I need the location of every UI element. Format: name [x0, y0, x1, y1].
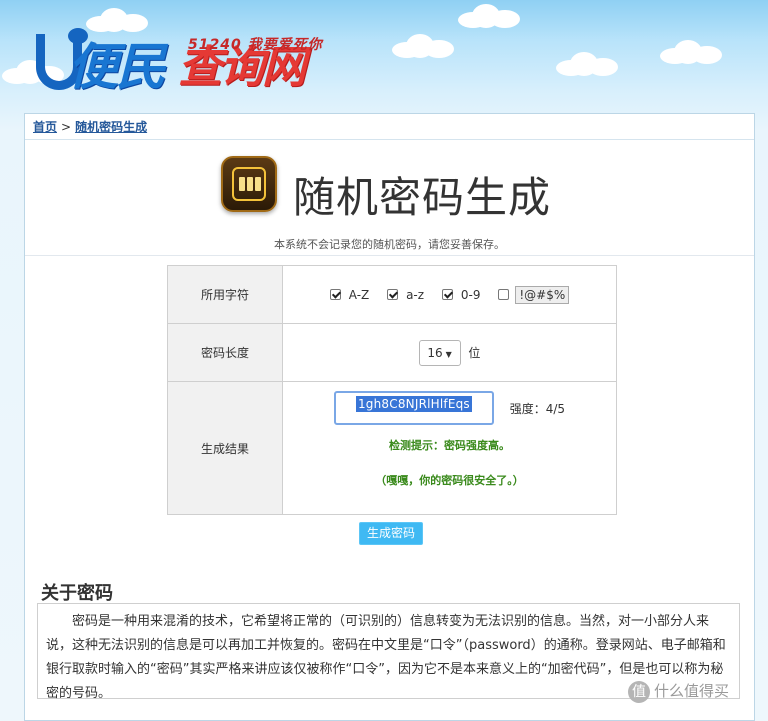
cloud-decoration	[392, 34, 454, 58]
password-value: 1gh8C8NJRlHlfEqs	[355, 396, 472, 412]
digits-checkbox[interactable]	[441, 288, 453, 300]
about-heading: 关于密码	[41, 583, 113, 604]
option-digits[interactable]: 0-9	[441, 287, 481, 302]
site-logo[interactable]: 便民 查询网 51240 我要爱死你	[32, 26, 352, 104]
symbols-checkbox[interactable]	[498, 288, 510, 300]
charset-label: 所用字符	[167, 265, 283, 324]
logo-brand-blue: 便民	[68, 38, 166, 96]
length-select[interactable]: 16 ▼	[418, 339, 461, 366]
option-digits-label: 0-9	[460, 287, 481, 302]
option-lowercase-label: a-z	[406, 287, 425, 302]
option-uppercase[interactable]: A-Z	[329, 287, 370, 302]
chevron-down-icon: ▼	[445, 349, 452, 359]
strength-hint: 检测提示：密码强度高。	[389, 439, 510, 452]
breadcrumb-home-link[interactable]: 首页	[33, 120, 57, 134]
option-uppercase-label: A-Z	[348, 287, 370, 302]
lock-app-icon	[221, 156, 277, 212]
breadcrumb: 首页 > 随机密码生成	[25, 114, 754, 140]
strength-text: 强度：4/5	[509, 401, 566, 416]
password-output-field[interactable]: 1gh8C8NJRlHlfEqs	[333, 391, 494, 425]
charset-options: A-Z a-z 0-9 !@#$%	[282, 265, 617, 324]
main-panel: 首页 > 随机密码生成 随机密码生成 本系统不会记录您的随机密码，请您妥善保存。 所…	[24, 113, 755, 721]
watermark-text: 什么值得买	[654, 682, 730, 700]
breadcrumb-current-link[interactable]: 随机密码生成	[75, 120, 147, 134]
option-lowercase[interactable]: a-z	[387, 288, 424, 302]
strength-comment: （嘎嘎，你的密码很安全了。）	[375, 474, 524, 487]
length-label: 密码长度	[167, 323, 283, 382]
option-symbols[interactable]: !@#$%	[498, 285, 570, 304]
watermark-icon: 值	[628, 680, 650, 703]
divider	[25, 255, 754, 256]
password-form-table: 所用字符 A-Z a-z 0-9 !@#$% 密码长度 16 ▼ 位 生成结果 …	[167, 265, 617, 515]
breadcrumb-separator: >	[61, 120, 72, 134]
length-select-value: 16	[427, 345, 443, 360]
logo-slogan: 51240 我要爱死你	[188, 37, 323, 53]
cloud-decoration	[660, 40, 722, 64]
page-title: 随机密码生成	[293, 173, 552, 222]
generate-password-button[interactable]: 生成密码	[359, 522, 423, 545]
smzdm-watermark: 值什么值得买	[628, 680, 758, 706]
privacy-notice: 本系统不会记录您的随机密码，请您妥善保存。	[274, 238, 505, 251]
uppercase-checkbox[interactable]	[329, 288, 341, 300]
result-label: 生成结果	[167, 381, 283, 515]
option-symbols-label: !@#$%	[515, 285, 570, 304]
lowercase-checkbox[interactable]	[387, 288, 399, 300]
cloud-decoration	[458, 4, 520, 28]
cloud-decoration	[556, 52, 618, 76]
length-unit: 位	[468, 346, 481, 360]
